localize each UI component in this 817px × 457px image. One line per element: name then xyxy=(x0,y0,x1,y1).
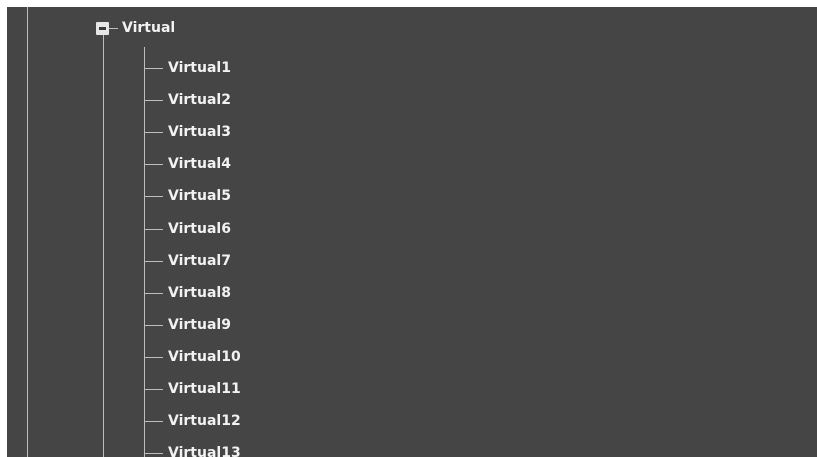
tree-node-label[interactable]: Virtual6 xyxy=(168,221,231,237)
tree-node-label[interactable]: Virtual3 xyxy=(168,124,231,140)
tree-connector xyxy=(109,28,118,29)
tree-node-label[interactable]: Virtual7 xyxy=(168,253,231,269)
tree-view: Virtual Virtual1 Virtual2 Virtual3 Virtual4… xyxy=(7,7,817,457)
tree-node-label[interactable]: Virtual2 xyxy=(168,92,231,108)
tree-connector xyxy=(144,357,163,358)
tree-connector xyxy=(144,453,163,454)
tree-node-label[interactable]: Virtual13 xyxy=(168,445,241,457)
tree-node-label[interactable]: Virtual xyxy=(122,20,175,36)
tree-node-label[interactable]: Virtual9 xyxy=(168,317,231,333)
tree-connector xyxy=(144,261,163,262)
tree-node-label[interactable]: Virtual4 xyxy=(168,156,231,172)
tree-node-label[interactable]: Virtual11 xyxy=(168,381,241,397)
tree-guide-line-outer xyxy=(27,7,28,457)
tree-connector xyxy=(144,164,163,165)
collapse-minus-icon[interactable] xyxy=(96,22,109,35)
tree-node-label[interactable]: Virtual5 xyxy=(168,188,231,204)
tree-node-label[interactable]: Virtual1 xyxy=(168,60,231,76)
tree-connector xyxy=(144,229,163,230)
tree-connector xyxy=(144,132,163,133)
tree-guide-line-children xyxy=(144,47,145,457)
tree-node-label[interactable]: Virtual8 xyxy=(168,285,231,301)
tree-connector xyxy=(144,68,163,69)
tree-node-label[interactable]: Virtual12 xyxy=(168,413,241,429)
tree-connector xyxy=(144,196,163,197)
tree-connector xyxy=(144,100,163,101)
tree-connector xyxy=(144,293,163,294)
tree-node-label[interactable]: Virtual10 xyxy=(168,349,241,365)
tree-connector xyxy=(144,325,163,326)
tree-connector xyxy=(144,421,163,422)
tree-connector xyxy=(144,389,163,390)
tree-guide-line-virtual xyxy=(103,35,104,457)
